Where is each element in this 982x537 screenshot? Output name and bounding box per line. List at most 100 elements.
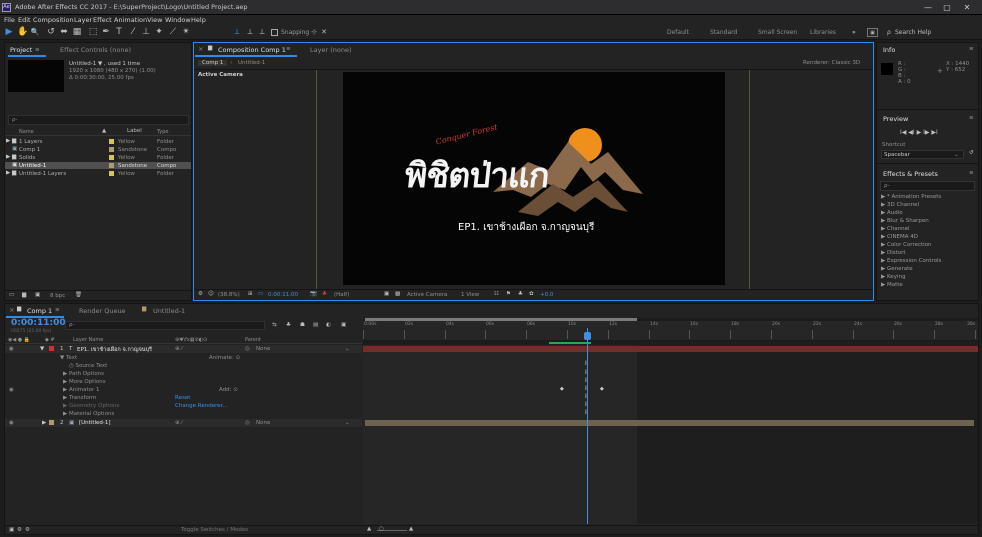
- brush-tool-icon[interactable]: ⁄: [128, 27, 138, 37]
- new-folder-icon[interactable]: ▆: [22, 292, 26, 298]
- workspace-standard[interactable]: Standard: [710, 29, 737, 36]
- type-tool-icon[interactable]: T: [114, 27, 124, 37]
- menu-layer[interactable]: Layer: [74, 16, 92, 24]
- snapshot-icon[interactable]: 📷: [310, 291, 317, 297]
- current-time[interactable]: 0:00:11:00: [268, 292, 298, 298]
- project-search-input[interactable]: ρ-: [8, 115, 189, 125]
- panel-menu-icon[interactable]: ≡: [55, 307, 60, 313]
- visibility-eye-icon[interactable]: ◉: [9, 346, 14, 352]
- menu-effect[interactable]: Effect: [93, 16, 112, 24]
- menu-window[interactable]: Window: [165, 16, 191, 24]
- menu-file[interactable]: File: [4, 16, 15, 24]
- property-row[interactable]: ◷ Source Text: [5, 362, 362, 370]
- label-color[interactable]: [49, 346, 54, 351]
- parent-pickwhip-icon[interactable]: ◎: [245, 346, 250, 352]
- panel-menu-icon[interactable]: ≡: [969, 170, 974, 176]
- zoom-tool-icon[interactable]: 🔍: [30, 27, 40, 37]
- tab-layer[interactable]: Layer (none): [310, 46, 351, 54]
- work-area-bar[interactable]: [365, 318, 637, 321]
- effect-category[interactable]: ▶ Blur & Sharpen: [881, 218, 929, 224]
- effect-category[interactable]: ▶ Color Correction: [881, 242, 932, 248]
- property-row[interactable]: ▶ Transform Reset: [5, 394, 362, 402]
- effect-category[interactable]: ▶ 3D Channel: [881, 202, 919, 208]
- close-button[interactable]: ✕: [960, 2, 974, 13]
- parent-pickwhip-icon[interactable]: ◎: [245, 420, 250, 426]
- fast-previews-icon[interactable]: ⚑: [506, 291, 511, 297]
- effect-category[interactable]: ▶ Matte: [881, 282, 903, 288]
- keyframe-icon[interactable]: ◆: [560, 386, 564, 392]
- renderer-label[interactable]: Renderer: Classic 3D: [803, 60, 860, 66]
- tab-composition[interactable]: Composition Comp 1: [218, 46, 286, 54]
- workspace-small-screen[interactable]: Small Screen: [758, 29, 797, 36]
- zoom-out-icon[interactable]: ▲: [367, 526, 371, 532]
- effect-category[interactable]: ▶ Expression Controls: [881, 258, 941, 264]
- in-out-pane-icon[interactable]: ⚙: [25, 527, 30, 533]
- exposure-value[interactable]: +0.0: [540, 292, 553, 298]
- graph-editor-icon[interactable]: ▣: [341, 322, 346, 328]
- tab-project[interactable]: Project: [10, 46, 32, 54]
- sync-settings-icon[interactable]: ▣: [867, 28, 878, 37]
- list-item[interactable]: ▣ Comp 1 Sandstone Compo: [5, 146, 191, 153]
- minimize-button[interactable]: —: [921, 2, 935, 13]
- toggle-switches-modes[interactable]: Toggle Switches / Modes: [181, 527, 248, 533]
- transparency-grid-icon[interactable]: ▩: [395, 291, 400, 297]
- menu-animation[interactable]: Animation: [114, 16, 147, 24]
- effects-search-input[interactable]: ρ-: [880, 181, 975, 191]
- label-column-icon[interactable]: Label: [127, 128, 142, 134]
- puppet-tool-icon[interactable]: ✴: [181, 27, 191, 37]
- property-row[interactable]: ▶ Material Options: [5, 410, 362, 418]
- clone-stamp-tool-icon[interactable]: ⊥: [141, 27, 151, 37]
- crumb-comp1[interactable]: Comp 1: [198, 60, 228, 66]
- layer-name[interactable]: [Untitled-1]: [79, 420, 111, 426]
- comp-canvas[interactable]: พิชิตป่าแก Conquer Forest EP1. เขาช้างเผ…: [343, 72, 725, 285]
- property-row[interactable]: ▶ Geometry Options Change Renderer...: [5, 402, 362, 410]
- mask-visibility-icon[interactable]: ☺: [208, 291, 214, 297]
- effect-category[interactable]: ▶ Audio: [881, 210, 903, 216]
- zoom-level[interactable]: (38.8%): [218, 292, 240, 298]
- show-channel-icon[interactable]: ♣: [322, 291, 327, 297]
- local-axis-icon[interactable]: ⟂: [232, 27, 242, 37]
- timeline-icon[interactable]: ♣: [518, 291, 523, 297]
- views-layout-select[interactable]: 1 View: [461, 292, 479, 298]
- roto-brush-tool-icon[interactable]: ⟋: [168, 27, 178, 37]
- snapping-checkbox[interactable]: [271, 29, 278, 36]
- preview-controls[interactable]: I◀ ◀I ▶ I▶ ▶I: [900, 129, 938, 136]
- hide-shy-layers-icon[interactable]: ☗: [300, 322, 305, 328]
- column-name[interactable]: Name: [19, 129, 34, 135]
- layer-row-1[interactable]: ◉ ▼ 1 T EP1. เขาช้างเผือก จ.กาญจนบุรี ⊕ …: [5, 345, 362, 353]
- effect-category[interactable]: ▶ * Animation Presets: [881, 194, 941, 200]
- grid-icon[interactable]: ⊞: [248, 291, 253, 297]
- expand-triangle-icon[interactable]: ▶: [42, 420, 46, 426]
- eraser-tool-icon[interactable]: ✦: [154, 27, 164, 37]
- tab-untitled[interactable]: Untitled-1: [153, 307, 185, 315]
- lock-icon[interactable]: ▆: [17, 306, 21, 312]
- snap-features-icon[interactable]: ✕: [319, 27, 329, 37]
- chevron-down-icon[interactable]: ⌄: [345, 346, 350, 352]
- column-type[interactable]: Type: [157, 129, 168, 135]
- selection-tool-icon[interactable]: ▶: [4, 27, 14, 37]
- column-parent[interactable]: Parent: [245, 337, 261, 343]
- tab-render-queue[interactable]: Render Queue: [79, 307, 126, 315]
- resolution-select[interactable]: (Half): [334, 292, 349, 298]
- layer-2-duration-bar[interactable]: [365, 420, 974, 426]
- chevron-down-icon[interactable]: ⌄: [345, 420, 350, 426]
- menu-edit[interactable]: Edit: [18, 16, 31, 24]
- layer-switches[interactable]: ⊕ ⁄: [175, 420, 182, 426]
- region-of-interest-icon[interactable]: ▣: [384, 291, 389, 297]
- rotation-tool-icon[interactable]: ↺: [46, 27, 56, 37]
- zoom-slider-handle[interactable]: ○: [379, 526, 384, 532]
- comp-mini-flowchart-icon[interactable]: ⇆: [272, 322, 277, 328]
- property-row[interactable]: ▶ Path Options: [5, 370, 362, 378]
- world-axis-icon[interactable]: ⟂: [245, 27, 255, 37]
- effect-category[interactable]: ▶ Keying: [881, 274, 905, 280]
- menu-help[interactable]: Help: [191, 16, 206, 24]
- snap-edges-icon[interactable]: ⊹: [309, 27, 319, 37]
- rectangle-tool-icon[interactable]: ⬚: [88, 27, 98, 37]
- frame-blending-icon[interactable]: ▤: [313, 322, 318, 328]
- toggle-pixel-aspect-icon[interactable]: ☷: [494, 291, 499, 297]
- layer-name[interactable]: EP1. เขาช้างเผือก จ.กาญจนบุรี: [77, 346, 152, 354]
- timeline-graph-area[interactable]: 0:00s 02s 04s 06s 08s 10s 12s 14s 16s 18s 20s 22s 24…: [363, 318, 978, 524]
- panel-menu-icon[interactable]: ≡: [286, 46, 291, 52]
- property-row[interactable]: ▶ More Options: [5, 378, 362, 386]
- close-tab-icon[interactable]: ×: [198, 45, 203, 53]
